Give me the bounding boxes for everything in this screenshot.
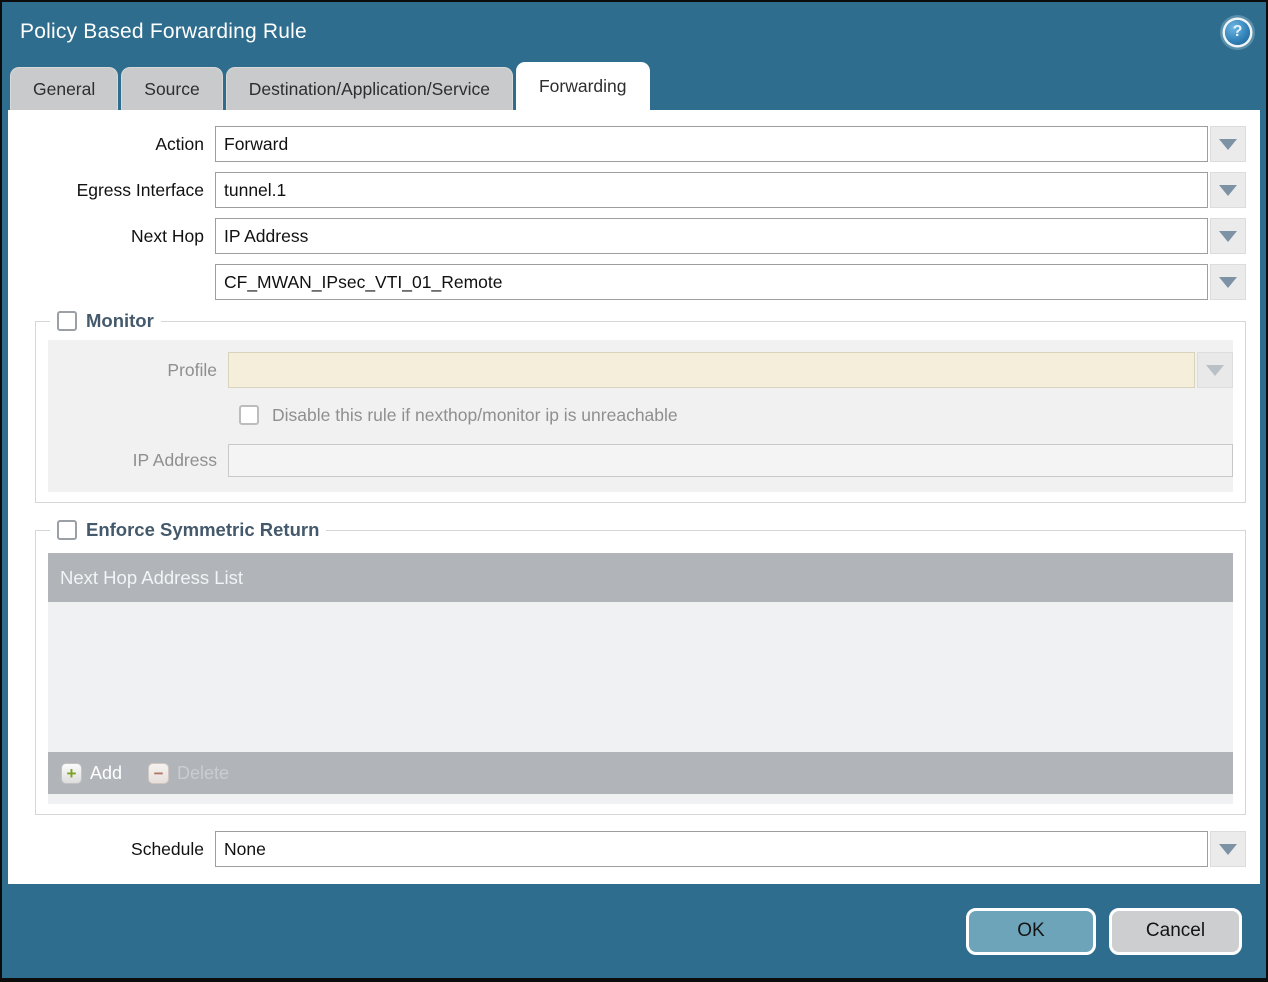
- chevron-down-icon: [1219, 230, 1237, 242]
- action-label: Action: [155, 133, 204, 154]
- disable-rule-label: Disable this rule if nexthop/monitor ip …: [272, 404, 678, 425]
- action-row: Action Forward: [18, 126, 1246, 162]
- egress-interface-dropdown[interactable]: tunnel.1: [215, 172, 1246, 208]
- profile-label: Profile: [167, 359, 217, 380]
- enforce-symmetric-return-group: Enforce Symmetric Return Next Hop Addres…: [35, 519, 1246, 815]
- profile-row: Profile: [48, 352, 1233, 388]
- action-dropdown[interactable]: Forward: [215, 126, 1246, 162]
- plus-icon: +: [61, 762, 82, 784]
- tab-general[interactable]: General: [10, 67, 119, 110]
- next-hop-label: Next Hop: [131, 225, 204, 246]
- monitor-ip-address-field-disabled: [228, 443, 1233, 477]
- dropdown-button: [1197, 352, 1233, 388]
- profile-dropdown-disabled: [228, 352, 1233, 388]
- help-icon[interactable]: ?: [1225, 19, 1250, 45]
- next-hop-address-list-table: Next Hop Address List + Add − Delete: [48, 553, 1233, 804]
- tab-source[interactable]: Source: [121, 67, 223, 110]
- minus-icon: −: [148, 762, 170, 784]
- next-hop-row: Next Hop IP Address: [18, 218, 1246, 254]
- schedule-label: Schedule: [131, 838, 204, 859]
- next-hop-address-value: CF_MWAN_IPsec_VTI_01_Remote: [215, 264, 1208, 300]
- dropdown-button[interactable]: [1210, 264, 1246, 300]
- egress-interface-label: Egress Interface: [76, 179, 204, 200]
- disable-rule-checkbox: [239, 405, 259, 425]
- cancel-button[interactable]: Cancel: [1109, 907, 1242, 955]
- chevron-down-icon: [1219, 138, 1237, 150]
- monitor-checkbox[interactable]: [57, 311, 77, 331]
- add-button-label: Add: [90, 762, 123, 783]
- tab-destination-application-service[interactable]: Destination/Application/Service: [225, 67, 513, 110]
- policy-based-forwarding-dialog: Policy Based Forwarding Rule ? General S…: [0, 0, 1268, 982]
- dialog-title: Policy Based Forwarding Rule: [20, 20, 307, 43]
- monitor-group-title: Monitor: [86, 310, 154, 331]
- enforce-symmetric-return-legend: Enforce Symmetric Return: [50, 519, 326, 541]
- table-header: Next Hop Address List: [48, 553, 1233, 602]
- next-hop-type-dropdown[interactable]: IP Address: [215, 218, 1246, 254]
- table-body-empty: [48, 602, 1233, 752]
- delete-button-disabled: − Delete: [148, 762, 230, 784]
- table-bottom-strip: [48, 794, 1233, 804]
- tab-bar: General Source Destination/Application/S…: [2, 60, 1266, 110]
- tab-forwarding[interactable]: Forwarding: [515, 62, 650, 110]
- chevron-down-icon: [1206, 364, 1224, 376]
- enforce-symmetric-return-checkbox[interactable]: [57, 520, 77, 540]
- delete-button-label: Delete: [177, 762, 230, 783]
- enforce-symmetric-return-title: Enforce Symmetric Return: [86, 519, 320, 540]
- tab-content-forwarding: Action Forward Egress Interface tunnel.1…: [8, 110, 1260, 884]
- titlebar: Policy Based Forwarding Rule ?: [2, 2, 1266, 60]
- egress-interface-row: Egress Interface tunnel.1: [18, 172, 1246, 208]
- monitor-ip-address-row: IP Address: [48, 443, 1233, 477]
- next-hop-address-row: CF_MWAN_IPsec_VTI_01_Remote: [18, 264, 1246, 300]
- egress-interface-value: tunnel.1: [215, 172, 1208, 208]
- monitor-panel: Profile Disable this rule if nexthop/mon…: [48, 340, 1233, 492]
- disable-rule-row: Disable this rule if nexthop/monitor ip …: [239, 398, 1233, 432]
- schedule-dropdown[interactable]: None: [215, 831, 1246, 867]
- monitor-group: Monitor Profile Disable this rule if nex…: [35, 310, 1246, 503]
- add-button[interactable]: + Add: [61, 762, 123, 784]
- dropdown-button[interactable]: [1210, 172, 1246, 208]
- schedule-value: None: [215, 831, 1208, 867]
- profile-value: [228, 352, 1195, 388]
- next-hop-address-dropdown[interactable]: CF_MWAN_IPsec_VTI_01_Remote: [215, 264, 1246, 300]
- monitor-ip-address-label: IP Address: [132, 449, 217, 470]
- table-header-label: Next Hop Address List: [60, 566, 244, 588]
- ok-button[interactable]: OK: [966, 907, 1096, 955]
- next-hop-type-value: IP Address: [215, 218, 1208, 254]
- schedule-row: Schedule None: [18, 831, 1246, 867]
- dialog-footer: OK Cancel: [2, 884, 1266, 978]
- chevron-down-icon: [1219, 276, 1237, 288]
- dropdown-button[interactable]: [1210, 126, 1246, 162]
- dropdown-button[interactable]: [1210, 218, 1246, 254]
- action-value: Forward: [215, 126, 1208, 162]
- dropdown-button[interactable]: [1210, 831, 1246, 867]
- chevron-down-icon: [1219, 184, 1237, 196]
- chevron-down-icon: [1219, 843, 1237, 855]
- table-footer: + Add − Delete: [48, 752, 1233, 794]
- monitor-legend: Monitor: [50, 310, 161, 332]
